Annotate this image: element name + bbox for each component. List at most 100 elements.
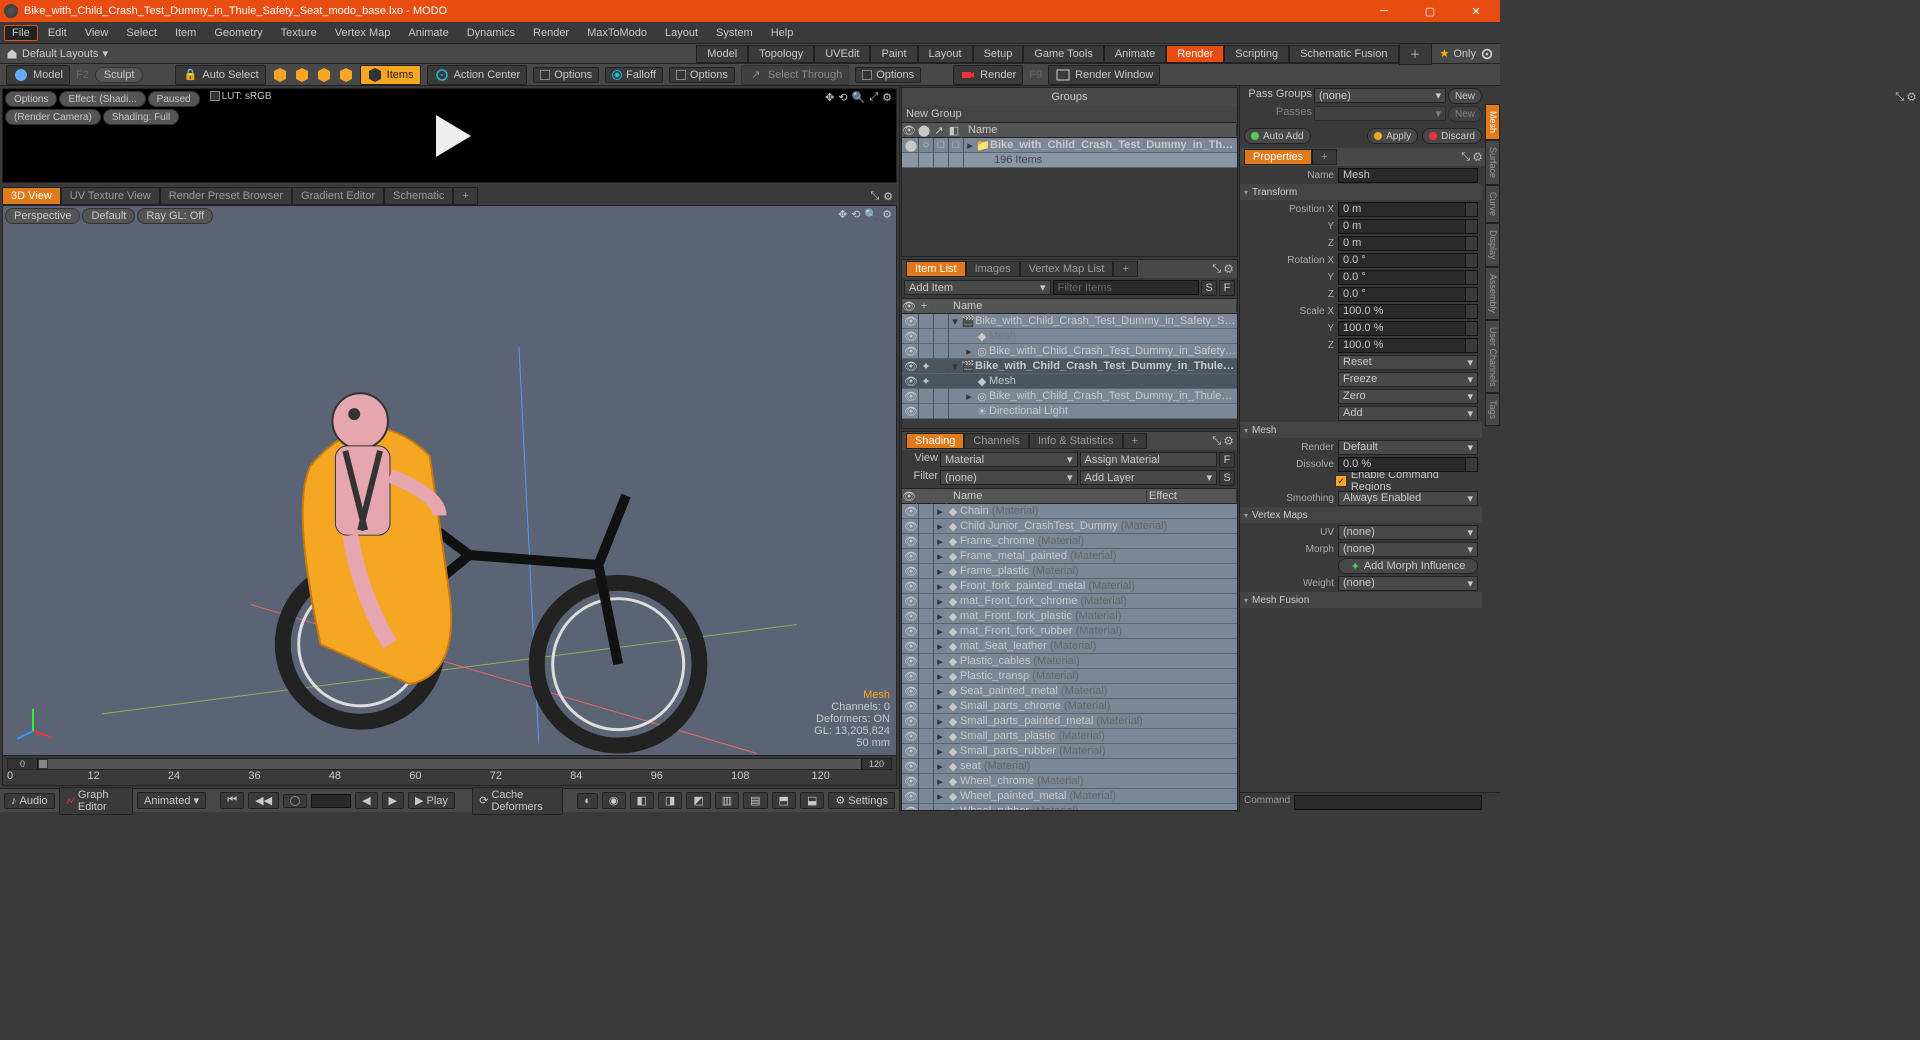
col2[interactable]: ⬤: [917, 123, 932, 138]
pos-z-field[interactable]: 0 m: [1338, 236, 1478, 251]
play-button[interactable]: ▶ Play: [408, 792, 455, 809]
tab-uvedit[interactable]: UVEdit: [814, 45, 870, 63]
vtab-uvtexture[interactable]: UV Texture View: [61, 187, 160, 205]
f-button[interactable]: F: [1219, 452, 1235, 468]
icon-btn-7[interactable]: ▤: [743, 792, 767, 809]
auto-add-button[interactable]: Auto Add: [1244, 128, 1311, 144]
item-row[interactable]: 👁✦▾🎬Bike_with_Child_Crash_Test_Dummy_in_…: [902, 359, 1237, 374]
icon-btn-6[interactable]: ▥: [715, 792, 739, 809]
tab-vertexmaplist[interactable]: Vertex Map List: [1020, 261, 1114, 277]
f-button[interactable]: F: [1219, 280, 1235, 296]
eye-col[interactable]: 👁: [902, 123, 917, 138]
menu-dynamics[interactable]: Dynamics: [459, 25, 523, 41]
tab-channels[interactable]: Channels: [964, 433, 1028, 449]
render-button[interactable]: Render: [953, 65, 1023, 85]
enable-cmd-checkbox[interactable]: ✓: [1335, 475, 1347, 487]
item-row[interactable]: 👁▸◎Bike_with_Child_Crash_Test_Dummy_in_S…: [902, 344, 1237, 359]
menu-render[interactable]: Render: [525, 25, 577, 41]
col4[interactable]: ◧: [947, 123, 962, 138]
tab-setup[interactable]: Setup: [973, 45, 1024, 63]
item-row[interactable]: 👁✦◆Mesh: [902, 374, 1237, 389]
preview-options[interactable]: Options: [5, 91, 57, 107]
material-row[interactable]: 👁▸◆Frame_plastic (Material): [902, 564, 1237, 579]
menu-texture[interactable]: Texture: [273, 25, 325, 41]
dissolve-field[interactable]: 0.0 %: [1338, 457, 1478, 472]
freeze-dropdown[interactable]: Freeze▾: [1338, 372, 1478, 387]
falloff-button[interactable]: Falloff: [605, 67, 663, 83]
tab-scripting[interactable]: Scripting: [1224, 45, 1289, 63]
maximize-icon[interactable]: ⤢: [869, 91, 878, 104]
menu-geometry[interactable]: Geometry: [206, 25, 270, 41]
tab-paint[interactable]: Paint: [870, 45, 917, 63]
mesh-section[interactable]: Mesh: [1240, 422, 1482, 438]
options1-button[interactable]: Options: [533, 67, 599, 83]
fusion-section[interactable]: Mesh Fusion: [1240, 592, 1482, 608]
passgroups-dropdown[interactable]: (none)▾: [1314, 88, 1446, 103]
assign-material-dropdown[interactable]: Assign Material: [1080, 452, 1218, 467]
icon-btn-4[interactable]: ◨: [658, 792, 682, 809]
material-row[interactable]: 👁▸◆Seat_painted_metal (Material): [902, 684, 1237, 699]
tab-schematicfusion[interactable]: Schematic Fusion: [1289, 45, 1398, 63]
icon-btn-1[interactable]: ◐: [577, 793, 598, 809]
menu-edit[interactable]: Edit: [40, 25, 75, 41]
play-icon[interactable]: [422, 108, 478, 164]
icon-btn-5[interactable]: ◩: [686, 792, 710, 809]
cube4-icon[interactable]: [338, 67, 354, 83]
item-row[interactable]: 👁◆Mesh: [902, 329, 1237, 344]
axis-widget[interactable]: [11, 701, 55, 745]
material-row[interactable]: 👁▸◆Plastic_transp (Material): [902, 669, 1237, 684]
select-through-button[interactable]: ↗ Select Through: [741, 65, 849, 85]
new-group-button[interactable]: New Group: [906, 108, 962, 120]
passes-dropdown[interactable]: ▾: [1314, 106, 1446, 121]
vtab-mesh[interactable]: Mesh: [1485, 104, 1500, 140]
material-row[interactable]: 👁▸◆seat (Material): [902, 759, 1237, 774]
tab-info[interactable]: Info & Statistics: [1029, 433, 1123, 449]
gear-icon[interactable]: ⚙: [882, 91, 892, 104]
menu-maxtomodo[interactable]: MaxToModo: [579, 25, 655, 41]
zoom-icon[interactable]: 🔍: [852, 91, 866, 104]
vtab-display[interactable]: Display: [1485, 223, 1500, 267]
cache-deformers-button[interactable]: ⟳Cache Deformers: [472, 787, 563, 815]
material-row[interactable]: 👁▸◆Frame_chrome (Material): [902, 534, 1237, 549]
zero-dropdown[interactable]: Zero▾: [1338, 389, 1478, 404]
material-row[interactable]: 👁▸◆Small_parts_painted_metal (Material): [902, 714, 1237, 729]
material-row[interactable]: 👁▸◆Wheel_rubber (Material): [902, 804, 1237, 810]
tab-layout[interactable]: Layout: [918, 45, 973, 63]
gear-icon[interactable]: ⤡ ⚙: [1212, 263, 1233, 276]
material-row[interactable]: 👁▸◆Small_parts_plastic (Material): [902, 729, 1237, 744]
collapse-icon[interactable]: ⤡: [870, 190, 879, 203]
material-row[interactable]: 👁▸◆Wheel_chrome (Material): [902, 774, 1237, 789]
items-button[interactable]: Items: [360, 65, 421, 85]
rotate-icon[interactable]: ⟲: [838, 91, 847, 104]
timeline-playhead[interactable]: [38, 759, 48, 769]
timeline-start[interactable]: 0: [8, 759, 38, 769]
layout-picker[interactable]: Default Layouts ▾: [6, 47, 108, 60]
vtab-userchannels[interactable]: User Channels: [1485, 320, 1500, 394]
view-material-dropdown[interactable]: Material▾: [940, 452, 1078, 467]
smoothing-dropdown[interactable]: Always Enabled▾: [1338, 491, 1478, 506]
menu-system[interactable]: System: [708, 25, 761, 41]
tab-render[interactable]: Render: [1166, 45, 1224, 63]
frame-field[interactable]: [311, 794, 351, 808]
add-morph-button[interactable]: ✦Add Morph Influence: [1338, 558, 1478, 574]
icon-btn-3[interactable]: ◧: [630, 792, 654, 809]
scale-x-field[interactable]: 100.0 %: [1338, 304, 1478, 319]
gear-icon[interactable]: ⤡ ⚙: [1895, 91, 1916, 104]
command-input[interactable]: [1294, 795, 1482, 810]
material-row[interactable]: 👁▸◆Small_parts_rubber (Material): [902, 744, 1237, 759]
uv-dropdown[interactable]: (none)▾: [1338, 525, 1478, 540]
name-field[interactable]: Mesh: [1338, 168, 1478, 183]
material-row[interactable]: 👁▸◆Small_parts_chrome (Material): [902, 699, 1237, 714]
material-row[interactable]: 👁▸◆mat_Front_fork_rubber (Material): [902, 624, 1237, 639]
preview-camera[interactable]: (Render Camera): [5, 109, 101, 125]
cube1-icon[interactable]: [272, 67, 288, 83]
timeline[interactable]: 0 120 01224364860728496108120: [3, 755, 896, 785]
model-mode-button[interactable]: Model: [6, 65, 70, 85]
tab-add[interactable]: +: [1312, 149, 1336, 165]
first-frame-button[interactable]: ⏮: [220, 792, 244, 809]
col3[interactable]: ↗: [932, 123, 947, 138]
vtab-schematic[interactable]: Schematic: [384, 187, 453, 205]
material-row[interactable]: 👁▸◆Plastic_cables (Material): [902, 654, 1237, 669]
key-toggle[interactable]: [283, 794, 307, 808]
menu-file[interactable]: File: [4, 25, 38, 41]
